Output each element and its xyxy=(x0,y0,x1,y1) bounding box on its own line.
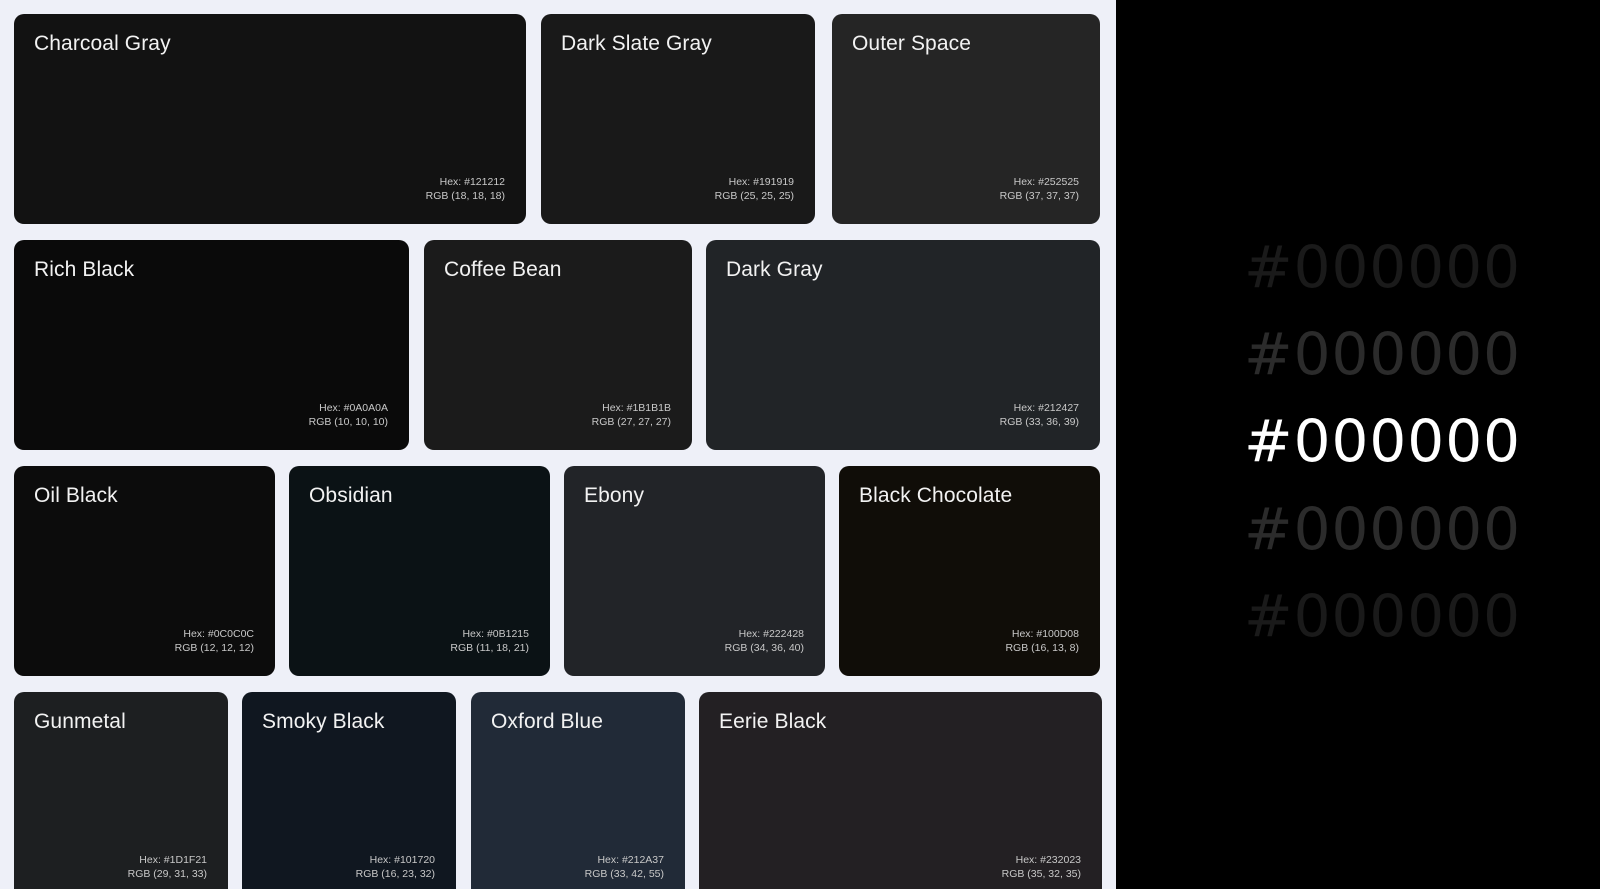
page: Charcoal Gray Hex: #121212 RGB (18, 18, 18… xyxy=(0,0,1600,889)
swatch-name: Ebony xyxy=(584,484,645,507)
swatch-name: Rich Black xyxy=(34,258,135,281)
color-swatch-card[interactable]: Oxford Blue Hex: #212A37 RGB (33, 42, 55) xyxy=(471,692,685,889)
swatch-codes: Hex: #0A0A0A RGB (10, 10, 10) xyxy=(309,401,388,429)
color-swatch-card[interactable]: Coffee Bean Hex: #1B1B1B RGB (27, 27, 27) xyxy=(424,240,692,450)
swatch-hex-label: Hex: #100D08 xyxy=(1011,628,1079,640)
swatch-rgb-label: RGB (33, 36, 39) xyxy=(999,416,1079,428)
color-swatch-card[interactable]: Gunmetal Hex: #1D1F21 RGB (29, 31, 33) xyxy=(14,692,228,889)
color-swatch-card[interactable]: Ebony Hex: #222428 RGB (34, 36, 40) xyxy=(564,466,825,676)
swatch-codes: Hex: #101720 RGB (16, 23, 32) xyxy=(356,853,435,881)
color-swatch-card[interactable]: Eerie Black Hex: #232023 RGB (35, 32, 35) xyxy=(699,692,1102,889)
swatch-codes: Hex: #232023 RGB (35, 32, 35) xyxy=(1002,853,1081,881)
color-swatch-card[interactable]: Rich Black Hex: #0A0A0A RGB (10, 10, 10) xyxy=(14,240,409,450)
swatch-name: Obsidian xyxy=(309,484,393,507)
swatch-hex-label: Hex: #191919 xyxy=(728,176,794,188)
swatch-rgb-label: RGB (37, 37, 37) xyxy=(999,190,1079,202)
color-swatch-card[interactable]: Outer Space Hex: #252525 RGB (37, 37, 37) xyxy=(832,14,1100,224)
swatch-rgb-label: RGB (10, 10, 10) xyxy=(308,416,388,428)
hex-value-item[interactable]: #000000 xyxy=(1244,325,1521,383)
color-swatch-card[interactable]: Dark Slate Gray Hex: #191919 RGB (25, 25, … xyxy=(541,14,815,224)
swatch-codes: Hex: #0C0C0C RGB (12, 12, 12) xyxy=(175,627,254,655)
swatch-name: Outer Space xyxy=(852,32,971,55)
swatch-name: Coffee Bean xyxy=(444,258,562,281)
color-swatch-card[interactable]: Dark Gray Hex: #212427 RGB (33, 36, 39) xyxy=(706,240,1100,450)
swatch-hex-label: Hex: #121212 xyxy=(439,176,505,188)
hex-value-item[interactable]: #000000 xyxy=(1244,238,1521,296)
swatch-rgb-label: RGB (16, 13, 8) xyxy=(1005,642,1079,654)
swatch-codes: Hex: #252525 RGB (37, 37, 37) xyxy=(1000,175,1079,203)
swatch-rgb-label: RGB (11, 18, 21) xyxy=(450,642,529,654)
swatch-rgb-label: RGB (35, 32, 35) xyxy=(1001,868,1081,880)
swatch-name: Smoky Black xyxy=(262,710,385,733)
swatch-row: Oil Black Hex: #0C0C0C RGB (12, 12, 12) Obs… xyxy=(14,466,1102,676)
swatch-name: Oil Black xyxy=(34,484,118,507)
swatch-hex-label: Hex: #1D1F21 xyxy=(139,854,207,866)
swatch-name: Eerie Black xyxy=(719,710,827,733)
swatch-codes: Hex: #212427 RGB (33, 36, 39) xyxy=(1000,401,1079,429)
swatch-codes: Hex: #121212 RGB (18, 18, 18) xyxy=(426,175,505,203)
swatch-name: Charcoal Gray xyxy=(34,32,171,55)
swatch-name: Gunmetal xyxy=(34,710,126,733)
swatch-codes: Hex: #1D1F21 RGB (29, 31, 33) xyxy=(128,853,207,881)
swatch-hex-label: Hex: #252525 xyxy=(1013,176,1079,188)
swatch-codes: Hex: #1B1B1B RGB (27, 27, 27) xyxy=(592,401,671,429)
color-swatch-card[interactable]: Charcoal Gray Hex: #121212 RGB (18, 18, 18… xyxy=(14,14,526,224)
swatch-codes: Hex: #100D08 RGB (16, 13, 8) xyxy=(1005,627,1079,655)
swatch-name: Dark Gray xyxy=(726,258,823,281)
swatch-codes: Hex: #191919 RGB (25, 25, 25) xyxy=(715,175,794,203)
swatch-gallery: Charcoal Gray Hex: #121212 RGB (18, 18, 18… xyxy=(0,0,1116,889)
swatch-rgb-label: RGB (12, 12, 12) xyxy=(174,642,254,654)
swatch-codes: Hex: #212A37 RGB (33, 42, 55) xyxy=(585,853,664,881)
swatch-codes: Hex: #222428 RGB (34, 36, 40) xyxy=(725,627,804,655)
hex-picker-panel: #000000 #000000 #000000 #000000 #000000 xyxy=(1116,0,1600,889)
hex-value-selected[interactable]: #000000 xyxy=(1244,412,1521,470)
swatch-rgb-label: RGB (29, 31, 33) xyxy=(127,868,207,880)
swatch-grid: Charcoal Gray Hex: #121212 RGB (18, 18, 18… xyxy=(14,14,1102,889)
swatch-row: Rich Black Hex: #0A0A0A RGB (10, 10, 10) Co… xyxy=(14,240,1102,450)
color-swatch-card[interactable]: Obsidian Hex: #0B1215 RGB (11, 18, 21) xyxy=(289,466,550,676)
swatch-hex-label: Hex: #0A0A0A xyxy=(319,402,388,414)
swatch-hex-label: Hex: #1B1B1B xyxy=(602,402,671,414)
swatch-rgb-label: RGB (16, 23, 32) xyxy=(355,868,435,880)
swatch-codes: Hex: #0B1215 RGB (11, 18, 21) xyxy=(450,627,529,655)
swatch-hex-label: Hex: #222428 xyxy=(738,628,804,640)
hex-value-item[interactable]: #000000 xyxy=(1244,587,1521,645)
swatch-hex-label: Hex: #212A37 xyxy=(597,854,664,866)
swatch-rgb-label: RGB (34, 36, 40) xyxy=(724,642,804,654)
swatch-hex-label: Hex: #0C0C0C xyxy=(183,628,254,640)
swatch-hex-label: Hex: #232023 xyxy=(1015,854,1081,866)
color-swatch-card[interactable]: Smoky Black Hex: #101720 RGB (16, 23, 32) xyxy=(242,692,456,889)
swatch-hex-label: Hex: #0B1215 xyxy=(462,628,529,640)
swatch-rgb-label: RGB (33, 42, 55) xyxy=(584,868,664,880)
hex-value-item[interactable]: #000000 xyxy=(1244,500,1521,558)
swatch-rgb-label: RGB (25, 25, 25) xyxy=(714,190,794,202)
swatch-row: Charcoal Gray Hex: #121212 RGB (18, 18, 18… xyxy=(14,14,1102,224)
swatch-name: Black Chocolate xyxy=(859,484,1013,507)
swatch-name: Dark Slate Gray xyxy=(561,32,712,55)
swatch-rgb-label: RGB (27, 27, 27) xyxy=(591,416,671,428)
swatch-row: Gunmetal Hex: #1D1F21 RGB (29, 31, 33) Smok… xyxy=(14,692,1102,889)
swatch-hex-label: Hex: #212427 xyxy=(1013,402,1079,414)
swatch-name: Oxford Blue xyxy=(491,710,603,733)
swatch-rgb-label: RGB (18, 18, 18) xyxy=(425,190,505,202)
color-swatch-card[interactable]: Black Chocolate Hex: #100D08 RGB (16, 13, … xyxy=(839,466,1100,676)
color-swatch-card[interactable]: Oil Black Hex: #0C0C0C RGB (12, 12, 12) xyxy=(14,466,275,676)
swatch-hex-label: Hex: #101720 xyxy=(369,854,435,866)
